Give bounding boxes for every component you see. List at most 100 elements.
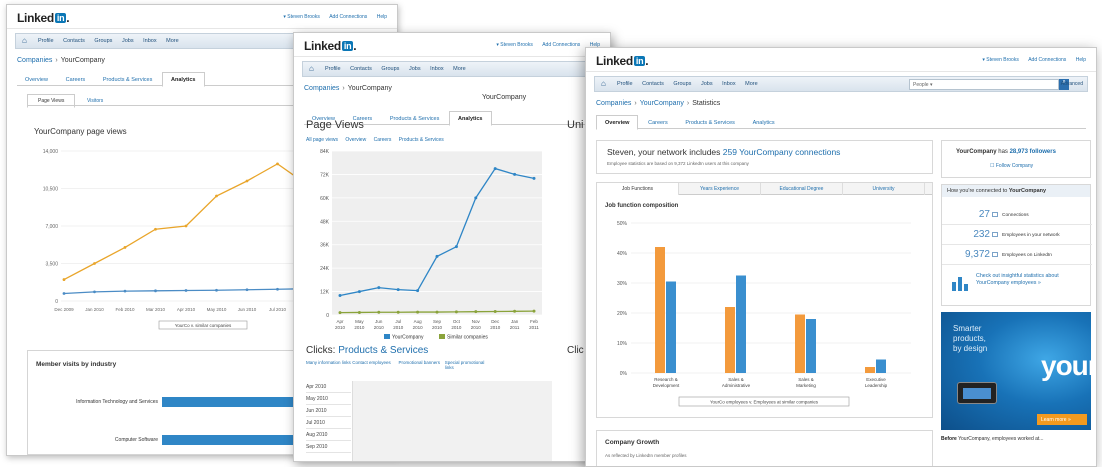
connection-count: 27 (978, 209, 990, 220)
top-bar: Linked in. ▾ Steven Brooks Add Connection… (586, 48, 1096, 72)
y-tick-label: 7,000 (45, 224, 58, 230)
user-menu-link[interactable]: ▾ Steven Brooks (496, 42, 532, 48)
nav-more[interactable]: More (166, 38, 179, 44)
job-function-panel: Job Functions Years Experience Educational… (596, 182, 933, 418)
nav-profile[interactable]: Profile (617, 81, 633, 87)
x-tick-label: Sales & (798, 377, 814, 382)
nav-contacts[interactable]: Contacts (642, 81, 664, 87)
connection-row[interactable]: 232 Employees in your network (942, 225, 1092, 245)
search-input[interactable]: People ▾ (909, 79, 1059, 90)
column-header[interactable]: Many information links (306, 360, 351, 365)
tab-analytics[interactable]: Analytics (162, 72, 205, 87)
statistics-sidebar: YourCompany has 28,973 followers ☐ Follo… (941, 140, 1092, 442)
user-menu-link[interactable]: ▾ Steven Brooks (283, 14, 319, 20)
connection-row[interactable]: 9,372 Employees on LinkedIn (942, 245, 1092, 265)
connections-header: How you're connected to YourCompany (942, 185, 1090, 197)
tab-careers[interactable]: Careers (640, 116, 676, 129)
nav-groups[interactable]: Groups (94, 38, 112, 44)
home-icon[interactable]: ⌂ (22, 37, 32, 45)
insight-link[interactable]: Check out insightful statistics about Yo… (976, 273, 1076, 287)
x-tick-label: 2010 (451, 325, 462, 330)
x-tick-label: Oct (453, 319, 461, 324)
breadcrumb-companies[interactable]: Companies (596, 100, 631, 107)
breadcrumb-companies[interactable]: Companies (17, 57, 52, 64)
column-header[interactable]: Promotional banners (399, 360, 444, 365)
help-link[interactable]: Help (377, 14, 387, 20)
nav-more[interactable]: More (745, 81, 758, 87)
filter-all[interactable]: All page views (306, 137, 338, 143)
nav-profile[interactable]: Profile (38, 38, 54, 44)
company-growth-panel: Company Growth As reflected by LinkedIn … (596, 430, 933, 466)
breadcrumb-row: Companies › YourCompany YourCompany (294, 85, 610, 103)
bar-chart-icon (952, 277, 968, 291)
follow-company-button[interactable]: ☐ Follow Company (990, 163, 1033, 169)
tab-products[interactable]: Products & Services (677, 116, 743, 129)
insight-row[interactable]: Check out insightful statistics about Yo… (942, 267, 1092, 305)
tab-educational-degree[interactable]: Educational Degree (761, 183, 843, 195)
help-link[interactable]: Help (1076, 57, 1086, 63)
tab-careers[interactable]: Careers (58, 73, 94, 86)
tab-analytics[interactable]: Analytics (745, 116, 783, 129)
nav-profile[interactable]: Profile (325, 66, 341, 72)
nav-inbox[interactable]: Inbox (722, 81, 735, 87)
window-statistics-front: Linked in. ▾ Steven Brooks Add Connection… (585, 47, 1097, 467)
nav-inbox[interactable]: Inbox (143, 38, 156, 44)
y-tick-label: 40% (617, 251, 628, 257)
connection-row[interactable]: 27 Connections (942, 205, 1092, 225)
tab-products[interactable]: Products & Services (382, 112, 448, 125)
nav-groups[interactable]: Groups (381, 66, 399, 72)
add-connections-link[interactable]: Add Connections (542, 42, 580, 48)
breadcrumb-companies[interactable]: Companies (304, 85, 339, 92)
nav-bar: ⌂ Profile Contacts Groups Jobs Inbox Mor… (594, 76, 1088, 92)
industry-bar (162, 435, 309, 445)
data-point (493, 167, 497, 171)
user-links: ▾ Steven Brooks Add Connections Help (488, 42, 600, 48)
add-connections-link[interactable]: Add Connections (329, 14, 367, 20)
tab-products[interactable]: Products & Services (95, 73, 161, 86)
subtab-page-views[interactable]: Page Views (27, 94, 76, 108)
nav-inbox[interactable]: Inbox (430, 66, 443, 72)
tab-job-functions[interactable]: Job Functions (597, 183, 679, 195)
people-icon (992, 232, 998, 237)
breadcrumb-company[interactable]: YourCompany (640, 100, 684, 107)
nav-jobs[interactable]: Jobs (122, 38, 134, 44)
data-point (123, 289, 127, 293)
tab-years-experience[interactable]: Years Experience (679, 183, 761, 195)
tab-analytics[interactable]: Analytics (449, 111, 492, 126)
home-icon[interactable]: ⌂ (601, 80, 611, 88)
tab-overview[interactable]: Overview (596, 115, 639, 130)
nav-contacts[interactable]: Contacts (63, 38, 85, 44)
linkedin-logo[interactable]: Linked in. (17, 11, 70, 25)
data-point (215, 194, 218, 198)
data-point (357, 290, 361, 294)
breadcrumb: Companies › YourCompany (304, 85, 392, 92)
network-text: Steven, your network includes 259 YourCo… (607, 147, 841, 157)
legend-label: Similar companies (447, 335, 488, 341)
list-item: Aug 2010 (306, 429, 351, 441)
linkedin-logo[interactable]: Linked in. (304, 39, 357, 53)
tab-university[interactable]: University (843, 183, 925, 195)
filter-products[interactable]: Products & Services (399, 137, 444, 143)
learn-more-button[interactable]: Learn more » (1037, 414, 1087, 425)
advertisement-banner[interactable]: Smarterproducts,by design your Learn mor… (941, 312, 1091, 430)
filter-overview[interactable]: Overview (345, 137, 366, 143)
nav-contacts[interactable]: Contacts (350, 66, 372, 72)
linkedin-logo[interactable]: Linked in. (596, 54, 649, 68)
home-icon[interactable]: ⌂ (309, 65, 319, 73)
nav-jobs[interactable]: Jobs (701, 81, 713, 87)
filter-careers[interactable]: Careers (374, 137, 392, 143)
nav-groups[interactable]: Groups (673, 81, 691, 87)
advanced-search-link[interactable]: Advanced (1061, 81, 1083, 87)
connections-link[interactable]: 259 YourCompany connections (723, 147, 841, 157)
nav-jobs[interactable]: Jobs (409, 66, 421, 72)
column-header[interactable]: Contact employees (352, 360, 397, 365)
tab-overview[interactable]: Overview (17, 73, 56, 86)
nav-more[interactable]: More (453, 66, 466, 72)
data-point (454, 245, 458, 249)
x-tick-label: Executive (866, 377, 886, 382)
column-header[interactable]: Special promotional links (445, 360, 490, 370)
x-tick-label: May 2010 (207, 307, 227, 312)
subtab-visitors[interactable]: Visitors (77, 95, 113, 107)
add-connections-link[interactable]: Add Connections (1028, 57, 1066, 63)
user-menu-link[interactable]: ▾ Steven Brooks (982, 57, 1018, 63)
